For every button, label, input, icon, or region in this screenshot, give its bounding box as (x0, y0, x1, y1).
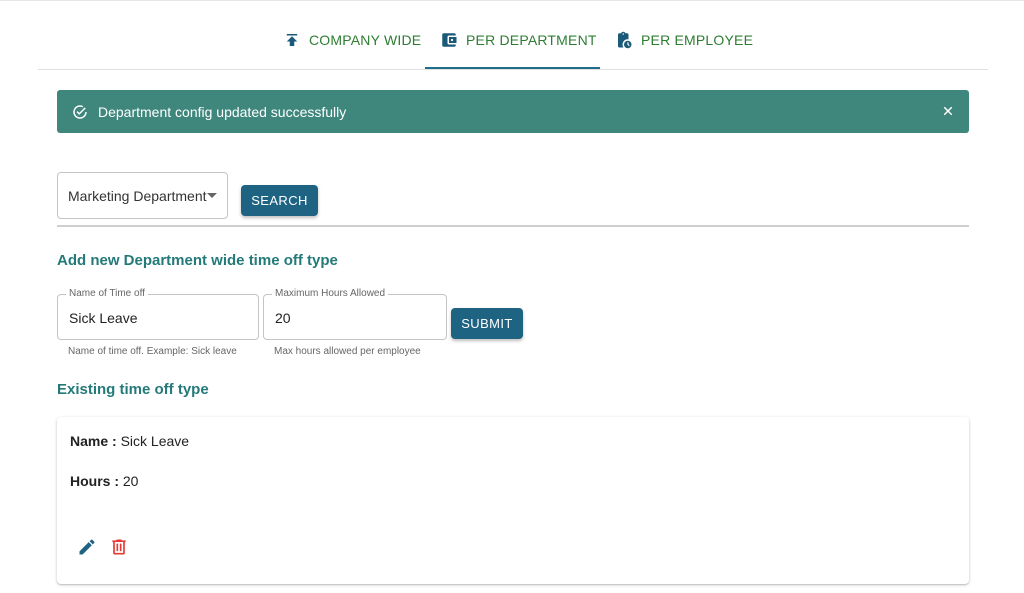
max-hours-field[interactable]: Maximum Hours Allowed 20 (263, 288, 447, 340)
pencil-icon[interactable] (77, 537, 97, 557)
department-select-value: Marketing Department (68, 187, 207, 204)
upload-icon (286, 33, 298, 46)
time-off-hours-row: Hours : 20 (70, 473, 138, 489)
active-tab-indicator (425, 67, 600, 69)
time-off-name-row: Name : Sick Leave (70, 433, 189, 449)
close-icon[interactable] (939, 102, 957, 120)
field-label: Maximum Hours Allowed (272, 288, 389, 299)
tab-label: PER EMPLOYEE (641, 31, 754, 48)
submit-button[interactable]: SUBMIT (451, 308, 523, 339)
tab-company-wide[interactable]: COMPANY WIDE (283, 10, 421, 69)
field-value: 20 (275, 310, 291, 326)
name-helper-text: Name of time off. Example: Sick leave (68, 346, 237, 357)
tab-label: PER DEPARTMENT (466, 31, 597, 48)
tab-per-employee[interactable]: PER EMPLOYEE (615, 10, 753, 69)
field-value: Sick Leave (69, 310, 138, 326)
check-circle-icon (73, 104, 87, 119)
chevron-down-icon (207, 193, 217, 198)
time-off-card: Name : Sick Leave Hours : 20 (57, 417, 969, 584)
time-off-name-field[interactable]: Name of Time off Sick Leave (57, 288, 259, 340)
search-button[interactable]: SEARCH (241, 185, 318, 216)
name-value: Sick Leave (120, 433, 190, 449)
wallet-icon (442, 32, 457, 47)
tab-label: COMPANY WIDE (309, 31, 422, 48)
top-border (0, 0, 1024, 1)
hours-label: Hours : (70, 473, 119, 489)
name-label: Name : (70, 433, 117, 449)
existing-section-title: Existing time off type (57, 381, 209, 398)
hours-value: 20 (122, 473, 139, 489)
divider (57, 225, 969, 227)
tab-per-department[interactable]: PER DEPARTMENT (440, 10, 597, 69)
field-label: Name of Time off (66, 288, 148, 299)
trash-icon[interactable] (109, 537, 129, 557)
department-select[interactable]: Marketing Department (57, 172, 228, 219)
alert-message: Department config updated successfully (98, 103, 347, 120)
add-section-title: Add new Department wide time off type (57, 252, 338, 269)
hours-helper-text: Max hours allowed per employee (274, 346, 421, 357)
clipboard-clock-icon (618, 31, 632, 48)
success-alert: Department config updated successfully (57, 90, 969, 133)
tab-bar: COMPANY WIDE PER DEPARTMENT PER EMPLOYEE (38, 10, 988, 70)
